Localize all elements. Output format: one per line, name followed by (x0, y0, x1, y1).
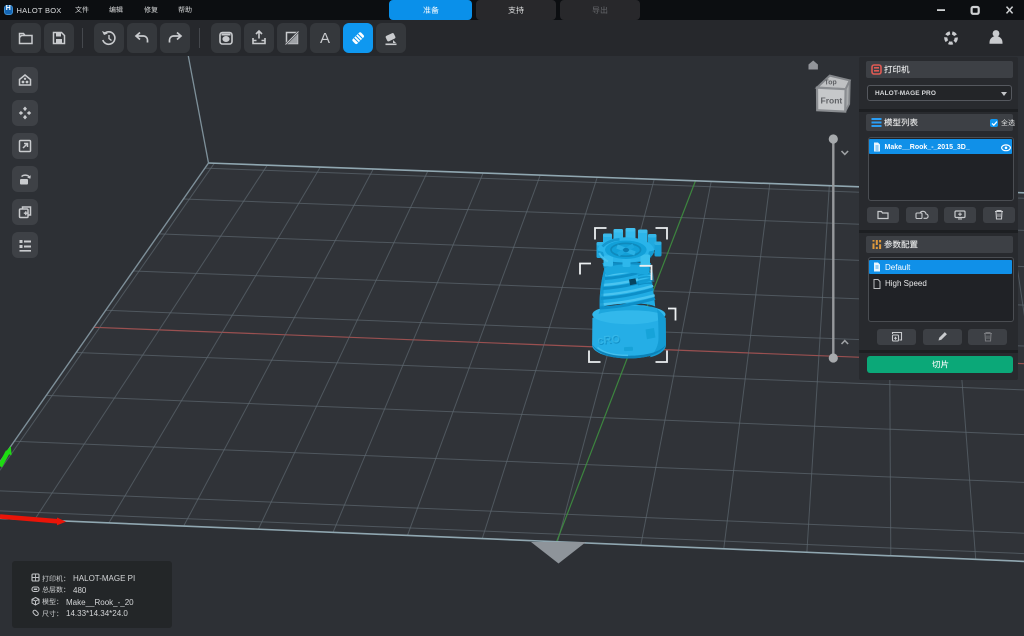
svg-text:A: A (320, 30, 330, 47)
svg-text:Top: Top (824, 79, 837, 86)
svg-text:cRO: cRO (597, 333, 621, 347)
svg-text:Front: Front (821, 96, 843, 106)
